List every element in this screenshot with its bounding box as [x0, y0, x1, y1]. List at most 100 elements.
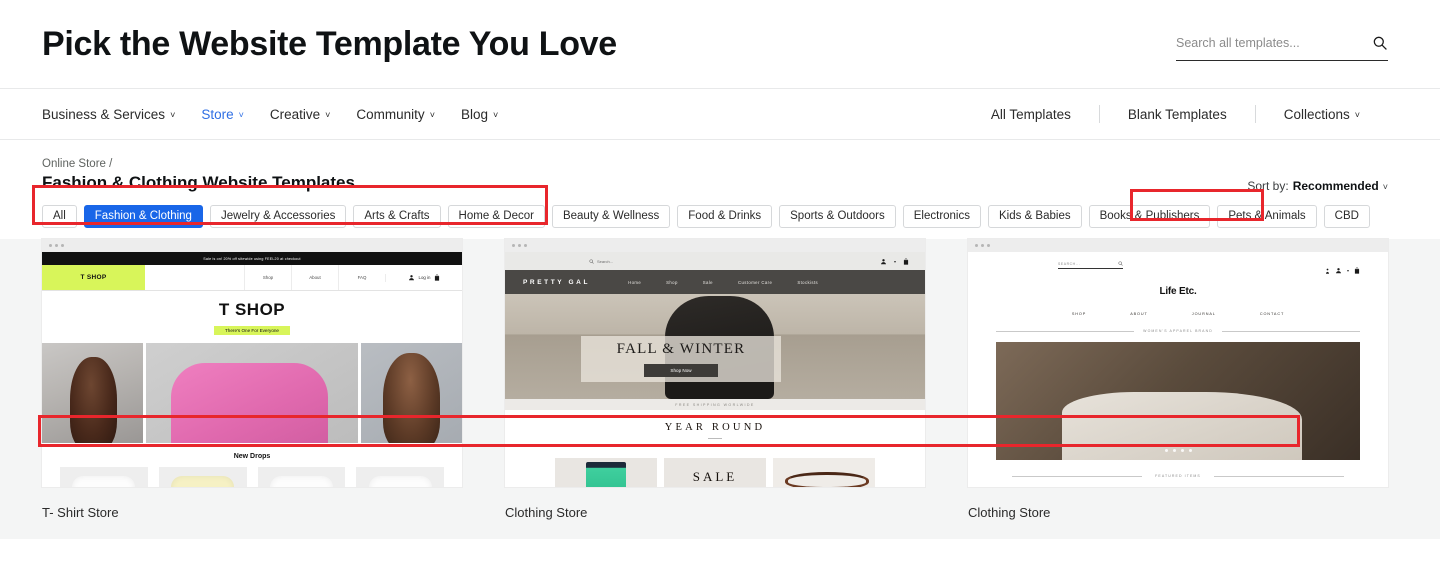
- page-header: Pick the Website Template You Love: [0, 0, 1440, 88]
- chrome-dot: [518, 244, 521, 247]
- search-icon: [1325, 261, 1330, 279]
- search-box[interactable]: [1176, 27, 1388, 61]
- template-thumbnail-tshirt-store[interactable]: Sale is on! 20% off sitewide using FEEL2…: [42, 239, 462, 487]
- browser-chrome-bar: [968, 239, 1388, 252]
- preview-nav-link: Sale: [702, 279, 713, 285]
- chip-all[interactable]: All: [42, 205, 77, 228]
- nav-item-creative[interactable]: Creative ˅: [270, 107, 331, 122]
- category-filter-bar: All Fashion & Clothing Jewelry & Accesso…: [0, 193, 1440, 447]
- chevron-down-icon: ˅: [429, 109, 435, 120]
- preview-nav-link: ABOUT: [1130, 312, 1148, 316]
- nav-label: Blank Templates: [1127, 106, 1227, 122]
- chrome-dot: [981, 244, 984, 247]
- preview-shop-now-button: Shop Now: [644, 364, 718, 377]
- page-title: Pick the Website Template You Love: [42, 25, 617, 63]
- template-thumbnail-life-etc[interactable]: SEARCH... ▾ Life Etc. SHOP ABOUT JOURNAL…: [968, 239, 1388, 487]
- template-name[interactable]: Clothing Store: [505, 505, 925, 520]
- preview-shipping-bar: FREE SHIPPING WORLWIDE: [505, 399, 925, 410]
- preview-nav-link: JOURNAL: [1191, 312, 1216, 316]
- template-card[interactable]: SEARCH... ▾ Life Etc. SHOP ABOUT JOURNAL…: [968, 239, 1388, 539]
- nav-item-blog[interactable]: Blog ˅: [461, 107, 498, 122]
- template-grid: Sale is on! 20% off sitewide using FEEL2…: [0, 239, 1440, 539]
- browser-chrome-bar: [42, 239, 462, 252]
- search-input[interactable]: [1176, 35, 1346, 50]
- chip-home-decor[interactable]: Home & Decor: [447, 205, 545, 228]
- preview-utility-bar: Search... ▾: [505, 252, 925, 270]
- preview-product: [257, 467, 346, 487]
- nav-label: Community: [356, 106, 425, 122]
- chip-sports-outdoors[interactable]: Sports & Outdoors: [779, 205, 896, 228]
- preview-section: YEAR ROUND Must Have Items: [505, 410, 925, 448]
- preview-section-heading: YEAR ROUND: [664, 422, 766, 433]
- chip-arts-crafts[interactable]: Arts & Crafts: [353, 205, 441, 228]
- preview-search: Search...: [589, 259, 613, 264]
- preview-featured-row: FEATURED ITEMS: [996, 474, 1360, 478]
- divider: [1012, 475, 1143, 477]
- preview-product-row: [42, 467, 462, 487]
- preview-search: SEARCH...: [1058, 261, 1123, 269]
- preview-hero-heading: FALL & WINTER: [616, 341, 746, 357]
- breadcrumb-parent[interactable]: Online Store /: [42, 158, 1247, 170]
- cart-icon: [903, 252, 909, 270]
- chrome-dot: [524, 244, 527, 247]
- nav-label: Business & Services: [42, 106, 166, 122]
- chevron-down-icon: ▾: [1346, 267, 1349, 273]
- preview-nav-link: Shop: [244, 265, 291, 290]
- nav-item-blank-templates[interactable]: Blank Templates: [1100, 107, 1255, 122]
- preview-icon-group: ▾: [880, 252, 909, 270]
- preview-hero: T SHOP There's One For Everyone: [42, 291, 462, 343]
- chip-food-drinks[interactable]: Food & Drinks: [677, 205, 773, 228]
- preview-icon-group: ▾: [1325, 261, 1360, 279]
- nav-item-collections[interactable]: Collections ˅: [1256, 107, 1388, 122]
- nav-item-all-templates[interactable]: All Templates: [963, 107, 1099, 122]
- preview-body: SEARCH... ▾ Life Etc. SHOP ABOUT JOURNAL…: [968, 252, 1388, 487]
- preview-logo: T SHOP: [42, 265, 145, 290]
- search-icon[interactable]: [1372, 35, 1388, 51]
- preview-nav-links: SHOP ABOUT JOURNAL CONTACT: [996, 312, 1360, 316]
- login-label: Log in: [418, 275, 431, 280]
- cart-icon: [1354, 261, 1360, 279]
- preview-slider-dots: [996, 449, 1360, 452]
- template-name[interactable]: T- Shirt Store: [42, 505, 462, 520]
- chip-kids-babies[interactable]: Kids & Babies: [988, 205, 1082, 228]
- chip-electronics[interactable]: Electronics: [902, 205, 981, 228]
- preview-tagline: WOMEN'S APPAREL BRAND: [1143, 329, 1213, 333]
- preview-navbar: PRETTY GAL Home Shop Sale Customer Care …: [505, 270, 925, 294]
- preview-nav-link: Shop: [666, 279, 678, 285]
- template-name[interactable]: Clothing Store: [968, 505, 1388, 520]
- preview-hero-tagline: There's One For Everyone: [214, 325, 290, 335]
- preview-image-row: [42, 343, 462, 443]
- preview-nav-link: Customer Care: [737, 279, 773, 285]
- preview-photo-model-man: [361, 343, 462, 443]
- sort-by-label: Sort by:: [1247, 179, 1289, 193]
- chip-fashion-clothing[interactable]: Fashion & Clothing: [83, 205, 203, 228]
- chip-pets-animals[interactable]: Pets & Animals: [1217, 205, 1317, 228]
- preview-logo: Life Etc.: [1159, 286, 1197, 297]
- preview-top-row: SEARCH... ▾: [996, 261, 1360, 279]
- preview-hero-photo: [996, 342, 1360, 460]
- chip-beauty-wellness[interactable]: Beauty & Wellness: [551, 205, 671, 228]
- main-navigation: Business & Services ˅ Store ˅ Creative ˅…: [0, 88, 1440, 225]
- chrome-dot: [49, 244, 52, 247]
- chrome-dot: [987, 244, 990, 247]
- template-card[interactable]: Search... ▾ PRETTY GAL Home Shop Sale Cu…: [505, 239, 925, 539]
- preview-product-glasses: [773, 458, 875, 487]
- template-card[interactable]: Sale is on! 20% off sitewide using FEEL2…: [42, 239, 462, 539]
- template-thumbnail-pretty-gal[interactable]: Search... ▾ PRETTY GAL Home Shop Sale Cu…: [505, 239, 925, 487]
- nav-item-business-services[interactable]: Business & Services ˅: [42, 107, 175, 122]
- nav-item-store[interactable]: Store ˅: [201, 107, 244, 122]
- preview-nav-link: Stockists: [797, 279, 819, 285]
- chip-jewelry-accessories[interactable]: Jewelry & Accessories: [209, 205, 347, 228]
- nav-label: Creative: [269, 106, 321, 122]
- preview-product: [356, 467, 444, 487]
- chevron-down-icon: ˅: [170, 109, 176, 120]
- preview-section-heading: New Drops: [42, 443, 462, 467]
- preview-product-sale: SALE: [664, 458, 766, 487]
- breadcrumb: Online Store / Fashion & Clothing Websit…: [42, 158, 1247, 193]
- slider-dot: [1180, 449, 1184, 452]
- chevron-down-icon: ˅: [238, 109, 244, 120]
- chip-books-publishers[interactable]: Books & Publishers: [1088, 205, 1211, 228]
- chip-cbd[interactable]: CBD: [1323, 205, 1370, 228]
- nav-item-community[interactable]: Community ˅: [356, 107, 435, 122]
- sort-by-dropdown[interactable]: Sort by: Recommended ˅: [1247, 179, 1388, 193]
